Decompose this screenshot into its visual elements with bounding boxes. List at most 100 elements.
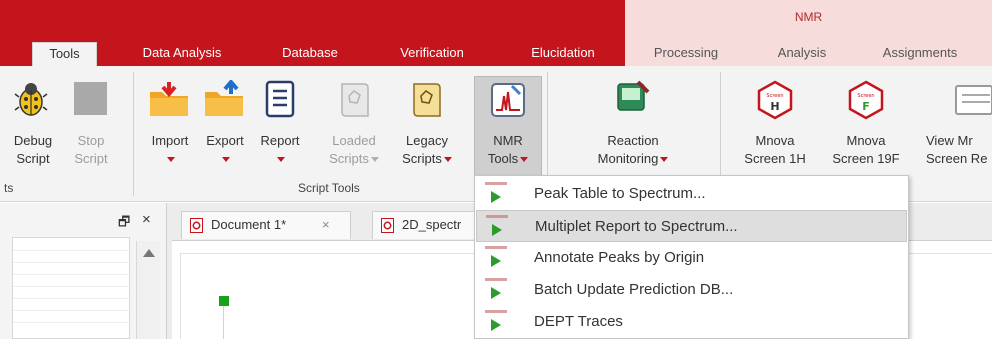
export-label: Export: [206, 133, 244, 148]
document-tab-1[interactable]: Document 1* ×: [181, 211, 351, 239]
debug-script-button[interactable]: Debug Script: [4, 76, 62, 174]
loaded-label-line1: Loaded: [332, 133, 376, 148]
guide-line: [223, 306, 224, 339]
report-button[interactable]: Report: [252, 76, 308, 174]
import-folder-icon: [150, 82, 188, 116]
mnova-1h-label-line2: Screen 1H: [744, 151, 806, 166]
report-label: Report: [260, 133, 300, 148]
script-tools-group-label: Script Tools: [298, 181, 360, 195]
view-screen-report-icon: [955, 85, 992, 115]
legacy-scripts-button[interactable]: Legacy Scripts: [394, 76, 460, 174]
import-dropdown-icon: [167, 157, 175, 163]
menu-item-label: Annotate Peaks by Origin: [534, 249, 705, 266]
svg-text:H: H: [770, 100, 779, 113]
reaction-label-line2: Monitoring: [597, 151, 659, 166]
debug-label-line1: Debug: [13, 133, 53, 148]
mnova-screen-19f-icon: Screen F: [848, 80, 884, 120]
play-icon: [485, 246, 507, 270]
reaction-monitoring-button[interactable]: Reaction Monitoring: [578, 76, 688, 174]
view-report-label-line2: Screen Re: [926, 151, 988, 166]
tab-tools[interactable]: Tools: [32, 42, 97, 66]
restore-pane-icon[interactable]: 🗗: [118, 213, 130, 235]
tab-analysis[interactable]: Analysis: [762, 42, 842, 66]
close-tab-icon[interactable]: ×: [322, 212, 330, 238]
tab-assignments[interactable]: Assignments: [868, 42, 972, 66]
bug-icon: [14, 83, 48, 116]
document-icon: [190, 218, 203, 233]
stop-label-line2: Script: [74, 151, 108, 166]
mnova-screen-1h-button[interactable]: Screen H Mnova Screen 1H: [732, 76, 818, 174]
play-icon: [485, 310, 507, 334]
menu-item-annotate-peaks[interactable]: Annotate Peaks by Origin: [476, 242, 907, 274]
svg-text:Screen: Screen: [857, 93, 874, 99]
nmr-tools-menu: Peak Table to Spectrum... Multiplet Repo…: [474, 175, 909, 339]
tab-data-analysis[interactable]: Data Analysis: [128, 42, 236, 66]
mnova-screen-19f-button[interactable]: Screen F Mnova Screen 19F: [824, 76, 908, 174]
stop-script-button[interactable]: Stop Script: [66, 76, 116, 174]
menu-item-label: Multiplet Report to Spectrum...: [535, 218, 738, 235]
loaded-dropdown-icon: [370, 157, 379, 163]
svg-text:F: F: [862, 100, 870, 113]
selection-handle[interactable]: [219, 296, 229, 306]
menu-item-multiplet-report[interactable]: Multiplet Report to Spectrum...: [476, 210, 907, 242]
mnova-19f-label-line1: Mnova: [846, 133, 886, 148]
menu-item-label: DEPT Traces: [534, 313, 623, 330]
export-button[interactable]: Export: [198, 76, 252, 174]
legacy-scripts-icon: [413, 83, 441, 117]
view-report-label-line1: View Mr: [926, 133, 973, 148]
play-icon: [485, 278, 507, 302]
reaction-monitoring-icon: [617, 80, 650, 111]
legacy-label-line2: Scripts: [402, 151, 442, 166]
reaction-label-line1: Reaction: [607, 133, 659, 148]
play-icon: [486, 215, 508, 239]
stop-icon: [74, 82, 107, 115]
ribbon-separator: [133, 72, 134, 196]
reaction-dropdown-icon: [660, 157, 669, 163]
export-dropdown-icon: [222, 157, 230, 163]
nmr-tools-label-line1: NMR: [493, 133, 523, 148]
nmr-tools-label-line2: Tools: [487, 151, 519, 166]
document-tab-2[interactable]: 2D_spectr: [372, 211, 482, 239]
document-icon: [381, 218, 394, 233]
nmr-tools-icon: [491, 83, 525, 117]
legacy-dropdown-icon: [443, 157, 452, 163]
import-label: Import: [151, 133, 189, 148]
export-folder-icon: [205, 80, 243, 116]
tab-processing[interactable]: Processing: [640, 42, 732, 66]
menu-item-dept-traces[interactable]: DEPT Traces: [476, 306, 907, 338]
thumbnail-list[interactable]: [12, 237, 131, 339]
tab-verification[interactable]: Verification: [382, 42, 482, 66]
legacy-label-line1: Legacy: [406, 133, 448, 148]
thumbnail-scrollbar[interactable]: [136, 241, 160, 339]
report-icon: [265, 80, 295, 118]
document-tab-1-label: Document 1*: [211, 217, 287, 232]
menu-item-batch-update[interactable]: Batch Update Prediction DB...: [476, 274, 907, 306]
nmr-tools-dropdown-icon: [520, 157, 529, 163]
mnova-19f-label-line2: Screen 19F: [832, 151, 900, 166]
import-button[interactable]: Import: [142, 76, 198, 174]
mnova-1h-label-line1: Mnova: [755, 133, 795, 148]
svg-text:Screen: Screen: [766, 93, 783, 99]
menu-item-label: Batch Update Prediction DB...: [534, 281, 734, 298]
play-icon: [485, 182, 507, 206]
mnova-screen-1h-icon: Screen H: [757, 80, 793, 120]
thumbnails-pane: 🗗 ×: [0, 203, 167, 339]
debug-group-label: ts: [4, 181, 14, 195]
close-pane-icon[interactable]: ×: [142, 211, 151, 228]
loaded-label-line2: Scripts: [329, 151, 369, 166]
menu-item-label: Peak Table to Spectrum...: [534, 185, 706, 202]
menu-item-peak-table[interactable]: Peak Table to Spectrum...: [476, 178, 907, 210]
debug-label-line2: Script: [16, 151, 50, 166]
stop-label-line1: Stop: [77, 133, 105, 148]
loaded-scripts-button[interactable]: Loaded Scripts: [322, 76, 386, 174]
report-dropdown-icon: [277, 157, 285, 163]
scroll-up-icon[interactable]: [143, 249, 155, 257]
loaded-scripts-icon: [341, 83, 369, 117]
tab-database[interactable]: Database: [270, 42, 350, 66]
nmr-tools-button[interactable]: NMR Tools: [474, 76, 542, 174]
document-tab-2-label: 2D_spectr: [402, 217, 462, 232]
view-screen-report-button[interactable]: View Mr Screen Re: [920, 76, 992, 174]
tab-elucidation[interactable]: Elucidation: [508, 42, 618, 66]
pane-header: 🗗 ×: [0, 203, 167, 237]
nmr-context-title: NMR: [794, 10, 823, 24]
